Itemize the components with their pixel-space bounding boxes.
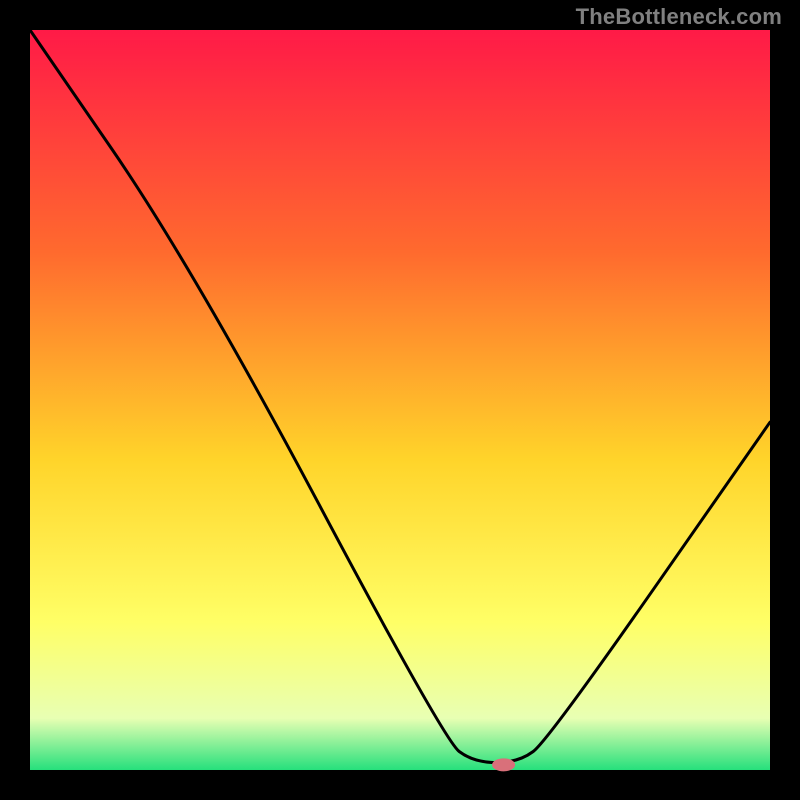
optimal-marker <box>493 759 515 771</box>
chart-stage: TheBottleneck.com <box>0 0 800 800</box>
bottleneck-chart <box>0 0 800 800</box>
watermark-label: TheBottleneck.com <box>576 4 782 30</box>
plot-background <box>30 30 770 770</box>
